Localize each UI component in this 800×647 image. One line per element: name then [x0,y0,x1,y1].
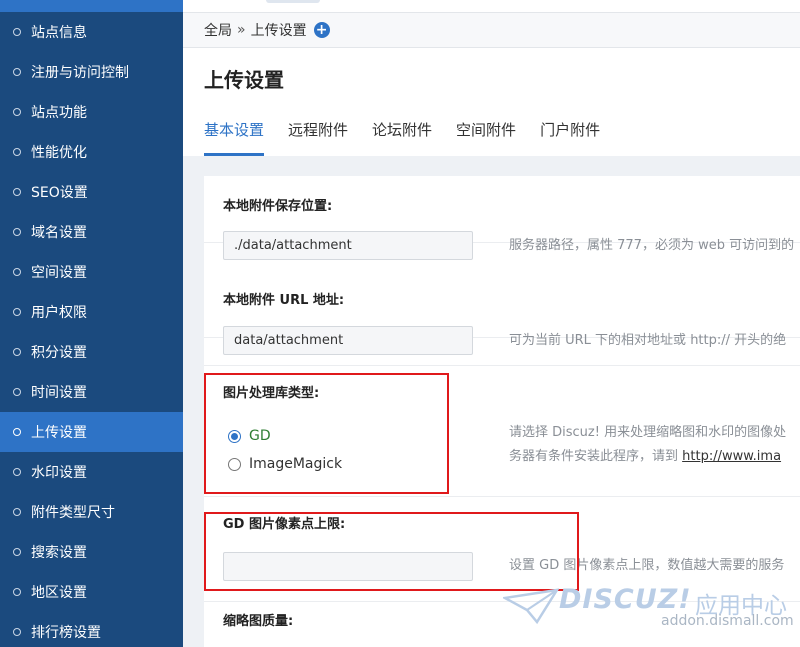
bullet-icon [13,268,21,276]
bullet-icon [13,348,21,356]
sidebar-item[interactable]: 排行榜设置 [0,612,183,647]
bullet-icon [13,428,21,436]
sidebar-item-label: 地区设置 [31,585,87,601]
sidebar-item[interactable]: 用户权限 [0,292,183,332]
setting-row-local-url-input: data/attachment 可为当前 URL 下的相对地址或 http://… [204,326,800,366]
breadcrumb-root[interactable]: 全局 [204,20,232,40]
settings-tabs: 基本设置 远程附件 论坛附件 空间附件 门户附件 [204,120,624,156]
bullet-icon [13,508,21,516]
breadcrumb: 全局 » 上传设置 + [183,12,800,48]
sidebar-menu: 站点信息注册与访问控制 站点功能性能优化 SEO设置域名设置空间设置用户权限积分设置… [0,12,183,647]
bullet-icon [13,588,21,596]
local-url-label: 本地附件 URL 地址: [223,293,345,308]
sidebar-item[interactable]: 空间设置 [0,252,183,292]
bullet-icon [13,228,21,236]
sidebar-item-label: 域名设置 [31,225,87,241]
watermark-url: addon.dismall.com [661,613,794,629]
setting-row-local-path-input: ./data/attachment 服务器路径，属性 777，必须为 web 可… [204,231,800,338]
sidebar-item[interactable]: 搜索设置 [0,532,183,572]
local-path-label: 本地附件保存位置: [223,199,333,214]
bullet-icon [13,548,21,556]
local-url-input[interactable]: data/attachment [223,326,473,355]
sidebar-item[interactable]: 站点功能 [0,92,183,132]
sidebar-item-label: 排行榜设置 [31,625,101,641]
watermark-logo: DISCUZ! [559,584,692,615]
bullet-icon [13,628,21,636]
image-lib-hint-line2: 务器有条件安装此程序，请到 http://www.ima [509,449,782,464]
sidebar-item[interactable]: 性能优化 [0,132,183,172]
bullet-icon [13,308,21,316]
tab[interactable]: 门户附件 [540,120,600,156]
sidebar-item-label: 站点功能 [31,105,87,121]
sidebar-item[interactable]: 附件类型尺寸 [0,492,183,532]
bullet-icon [13,188,21,196]
sidebar-item-label: 搜索设置 [31,545,87,561]
breadcrumb-current: 上传设置 [250,23,307,39]
bullet-icon [13,388,21,396]
sidebar-item-label: 水印设置 [31,465,87,481]
page-header: 上传设置 基本设置 远程附件 论坛附件 空间附件 门户附件 [183,48,800,156]
sidebar-top-bar [0,0,183,12]
bullet-icon [13,148,21,156]
highlight-box-image-lib [204,373,449,494]
tab[interactable]: 远程附件 [288,120,348,156]
sidebar-item-label: 站点信息 [31,25,87,41]
bullet-icon [13,468,21,476]
sidebar-item[interactable]: 上传设置 [0,412,183,452]
sidebar-item-label: 积分设置 [31,345,87,361]
highlight-box-gd-limit [204,512,579,591]
sidebar-item-label: 空间设置 [31,265,87,281]
sidebar-item[interactable]: 注册与访问控制 [0,52,183,92]
page-title: 上传设置 [204,68,284,92]
watermark: DISCUZ! 应用中心 addon.dismall.com [503,584,800,647]
sidebar-item-label: 时间设置 [31,385,87,401]
local-path-input[interactable]: ./data/attachment [223,231,473,260]
tab[interactable]: 空间附件 [456,120,516,156]
paper-plane-icon [503,588,559,625]
tab[interactable]: 基本设置 [204,120,265,156]
add-shortcut-icon[interactable]: + [313,22,330,38]
local-url-hint: 可为当前 URL 下的相对地址或 http:// 开头的绝 [509,333,787,348]
sidebar-item[interactable]: 水印设置 [0,452,183,492]
imagemagick-link[interactable]: http://www.ima [682,449,781,464]
bullet-icon [13,108,21,116]
top-strip [183,0,800,12]
sidebar-item[interactable]: 地区设置 [0,572,183,612]
sidebar: 站点信息注册与访问控制 站点功能性能优化 SEO设置域名设置空间设置用户权限积分设置… [0,0,183,647]
tab[interactable]: 论坛附件 [372,120,432,156]
breadcrumb-separator: » [237,22,246,38]
sidebar-item[interactable]: 时间设置 [0,372,183,412]
sidebar-item[interactable]: 站点信息 [0,12,183,52]
local-path-hint: 服务器路径，属性 777，必须为 web 可访问到的 [509,238,795,253]
sidebar-item-label: 性能优化 [31,145,87,161]
sidebar-item[interactable]: SEO设置 [0,172,183,212]
sidebar-item[interactable]: 积分设置 [0,332,183,372]
image-lib-hint-line1: 请选择 Discuz! 用来处理缩略图和水印的图像处 [509,425,787,440]
sidebar-item-label: SEO设置 [31,185,88,201]
sidebar-item-label: 用户权限 [31,305,87,321]
sidebar-item-label: 注册与访问控制 [31,65,129,81]
bullet-icon [13,68,21,76]
bullet-icon [13,28,21,36]
sidebar-item[interactable]: 域名设置 [0,212,183,252]
thumb-quality-label: 缩略图质量: [223,614,294,629]
sidebar-item-label: 上传设置 [31,425,87,441]
sidebar-item-label: 附件类型尺寸 [31,505,115,521]
